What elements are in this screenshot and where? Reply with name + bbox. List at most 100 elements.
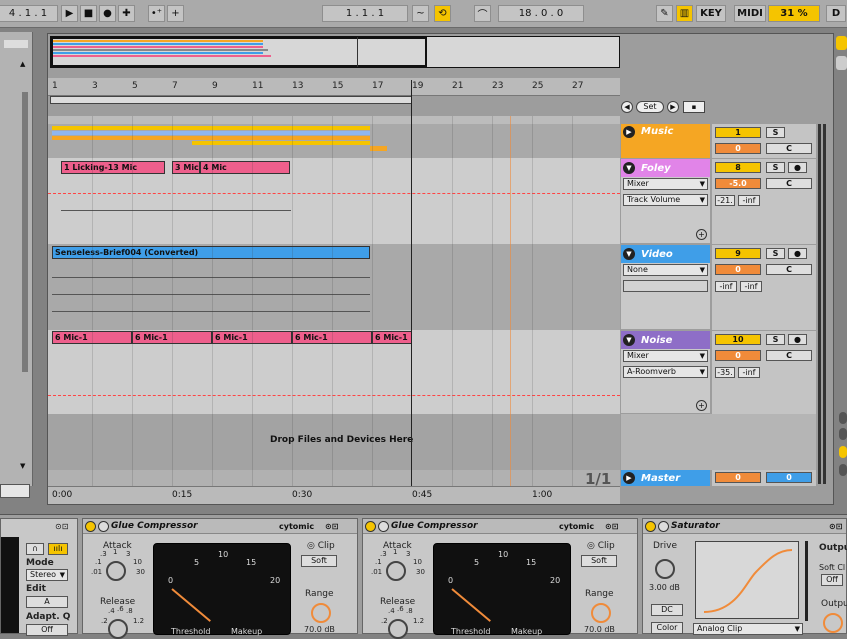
device-chooser[interactable]: Mixer <box>623 350 708 362</box>
prev-locator-icon[interactable]: ◀ <box>621 101 633 113</box>
automation-arm-icon[interactable]: •⁺ <box>148 5 165 22</box>
foley-clip[interactable]: 3 Mic <box>172 161 200 174</box>
fold-icon[interactable]: ▼ <box>623 248 635 260</box>
attack-knob[interactable] <box>386 561 406 581</box>
foley-clip[interactable]: 1 Licking-13 Mic <box>61 161 165 174</box>
release-knob[interactable] <box>108 619 128 639</box>
add-lane-icon[interactable]: + <box>696 229 707 240</box>
color-button[interactable]: Color <box>651 622 683 634</box>
overdub-icon[interactable]: ✚ <box>118 5 135 22</box>
pan-field[interactable]: C <box>766 143 812 154</box>
soft-clip-button[interactable]: Soft <box>301 555 337 567</box>
automation-value[interactable]: -inf <box>738 367 760 378</box>
record-icon[interactable]: ● <box>99 5 116 22</box>
drive-knob[interactable] <box>655 559 675 579</box>
automation-value[interactable]: -21. <box>715 195 735 206</box>
release-knob[interactable] <box>388 619 408 639</box>
track-activator[interactable]: 1 <box>715 127 761 138</box>
headphone-icon[interactable]: ∩ <box>26 543 44 555</box>
solo-button[interactable]: S <box>766 162 785 173</box>
save-preset-icon[interactable]: ⊙⊡ <box>55 522 68 531</box>
device-power-icon[interactable] <box>85 520 96 532</box>
device-chooser[interactable]: Mixer <box>623 178 708 190</box>
saturation-type-dropdown[interactable]: Analog Clip <box>693 623 803 635</box>
adapt-q-button[interactable]: Off <box>26 624 68 636</box>
scroll-down-icon[interactable]: ▼ <box>20 462 25 470</box>
parameter-chooser[interactable]: A-Roomverb <box>623 366 708 378</box>
track-header-noise[interactable]: ▼ Noise <box>621 331 710 349</box>
soft-clip-button[interactable]: Soft <box>581 555 617 567</box>
solo-button[interactable]: S <box>766 334 785 345</box>
loop-start[interactable]: 1 . 1 . 1 <box>322 5 408 22</box>
punch-in-icon[interactable]: ~ <box>412 5 429 22</box>
beat-time-ruler[interactable]: 1 3 5 7 9 11 13 15 17 19 21 23 25 27 <box>48 78 620 96</box>
save-preset-icon[interactable]: ⊙⊡ <box>325 522 338 531</box>
arm-button[interactable]: ● <box>788 162 807 173</box>
browser-row[interactable] <box>4 40 28 48</box>
music-lane[interactable] <box>48 124 620 158</box>
arrangement-overview[interactable] <box>50 36 620 68</box>
add-lane-icon[interactable]: + <box>696 400 707 411</box>
fold-icon[interactable]: ▶ <box>623 472 635 484</box>
computer-keyboard-icon[interactable]: ▥ <box>676 5 693 22</box>
automation-value[interactable]: -inf <box>738 195 760 206</box>
sends-toggle-icon[interactable] <box>839 428 847 440</box>
key-map-button[interactable]: KEY <box>696 5 726 22</box>
punch-out-icon[interactable]: ⌒ <box>474 5 491 22</box>
spectrum-icon[interactable]: ıılı <box>48 543 68 555</box>
arm-button[interactable]: ● <box>788 334 807 345</box>
attack-knob[interactable] <box>106 561 126 581</box>
fold-icon[interactable]: ▼ <box>623 162 635 174</box>
device-power-icon[interactable] <box>645 520 656 532</box>
volume-field[interactable]: 0 <box>715 264 761 275</box>
volume-field[interactable]: -5.0 <box>715 178 761 189</box>
device-power-icon[interactable] <box>365 520 376 532</box>
track-header-foley[interactable]: ▼ Foley <box>621 159 710 177</box>
time-ruler[interactable]: 0:00 0:15 0:30 0:45 1:00 <box>48 486 620 504</box>
arrangement-view-icon[interactable] <box>836 36 847 50</box>
volume-field[interactable]: 0 <box>715 143 761 154</box>
soft-clip-toggle[interactable]: Off <box>821 574 843 586</box>
scroll-up-icon[interactable]: ▲ <box>20 60 25 68</box>
video-clip[interactable]: Senseless-Brief004 (Converted) <box>52 246 370 259</box>
solo-button[interactable]: S <box>766 127 785 138</box>
loop-brace[interactable] <box>50 96 412 104</box>
volume-field[interactable]: 0 <box>715 472 761 483</box>
parameter-chooser[interactable] <box>623 280 708 292</box>
fold-icon[interactable]: ▼ <box>623 334 635 346</box>
arm-button[interactable]: ● <box>788 248 807 259</box>
output-knob[interactable] <box>823 613 843 633</box>
drop-area[interactable]: Drop Files and Devices Here <box>48 414 620 470</box>
fold-device-icon[interactable] <box>378 520 389 532</box>
fold-device-icon[interactable] <box>98 520 109 532</box>
back-to-arrangement-icon[interactable]: + <box>167 5 184 22</box>
io-toggle-icon[interactable] <box>839 412 847 424</box>
parameter-chooser[interactable]: Track Volume <box>623 194 708 206</box>
automation-value[interactable]: -35. <box>715 367 735 378</box>
track-activator[interactable]: 8 <box>715 162 761 173</box>
noise-clip[interactable]: 6 Mic-1 <box>372 331 412 344</box>
master-lane[interactable] <box>48 470 620 486</box>
delay-toggle-icon[interactable] <box>839 464 847 476</box>
loop-switch-icon[interactable]: ⟲ <box>434 5 451 22</box>
stop-icon[interactable]: ■ <box>80 5 97 22</box>
mode-dropdown[interactable]: Stereo <box>26 569 68 581</box>
pan-field[interactable]: C <box>766 264 812 275</box>
browser-scrollbar[interactable] <box>22 92 28 372</box>
session-view-icon[interactable] <box>836 56 847 70</box>
dc-button[interactable]: DC <box>651 604 683 616</box>
track-activator[interactable]: 10 <box>715 334 761 345</box>
range-knob[interactable] <box>311 603 331 623</box>
eq-display[interactable] <box>1 537 19 633</box>
volume-field[interactable]: 0 <box>715 350 761 361</box>
play-icon[interactable]: ▶ <box>61 5 78 22</box>
track-header-music[interactable]: ▶ Music <box>621 124 710 158</box>
track-activator[interactable]: 9 <box>715 248 761 259</box>
automation-value[interactable]: -inf <box>715 281 737 292</box>
save-preset-icon[interactable]: ⊙⊡ <box>605 522 618 531</box>
foley-clip[interactable]: 4 Mic <box>200 161 290 174</box>
solo-button[interactable]: S <box>766 248 785 259</box>
fold-icon[interactable]: ▶ <box>623 126 635 138</box>
midi-map-button[interactable]: MIDI <box>734 5 766 22</box>
range-knob[interactable] <box>591 603 611 623</box>
